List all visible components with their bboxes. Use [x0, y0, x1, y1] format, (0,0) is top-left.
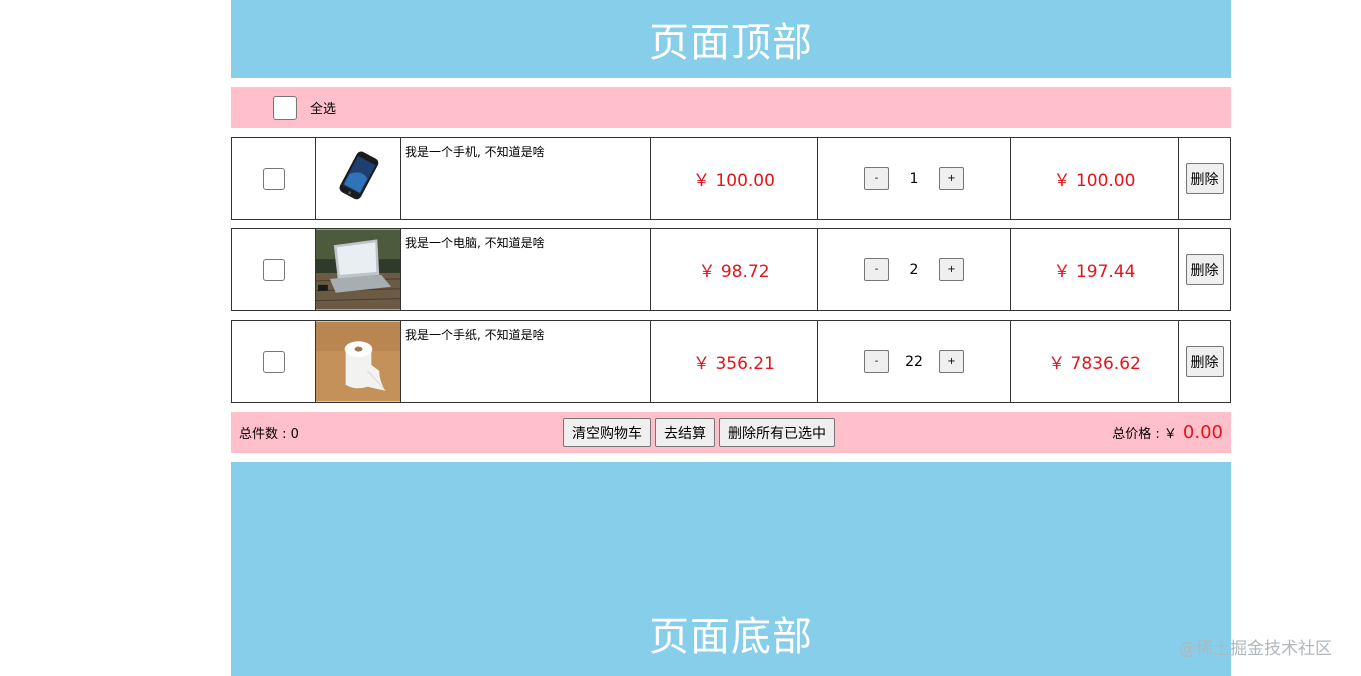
cart-item: 我是一个手纸, 不知道是啥 ￥ 356.21 - 22 + ￥ 7836.62 … — [231, 320, 1231, 403]
item-name: 我是一个手纸, 不知道是啥 — [405, 328, 545, 342]
item-check-cell — [232, 138, 316, 219]
qty-increase-button[interactable]: + — [939, 258, 964, 281]
item-checkbox[interactable] — [262, 350, 285, 373]
item-subtotal: ￥ 7836.62 — [1048, 354, 1141, 374]
item-qty-cell: - 1 + — [818, 138, 1011, 219]
clear-cart-button[interactable]: 清空购物车 — [563, 418, 651, 447]
item-subtotal-cell: ￥ 7836.62 — [1011, 321, 1179, 402]
header-title: 页面顶部 — [649, 20, 813, 66]
page-footer: 页面底部 — [231, 462, 1231, 676]
total-price-label: 总价格 : ￥ — [1112, 427, 1177, 442]
footer-title: 页面底部 — [649, 614, 813, 660]
item-name-cell: 我是一个手纸, 不知道是啥 — [401, 321, 651, 402]
item-price-cell: ￥ 100.00 — [651, 138, 818, 219]
delete-selected-button[interactable]: 删除所有已选中 — [719, 418, 835, 447]
select-all-bar: 全选 — [231, 87, 1231, 128]
item-qty: 2 — [909, 261, 919, 278]
total-count: 总件数 : 0 — [239, 427, 299, 442]
item-subtotal: ￥ 100.00 — [1053, 171, 1136, 191]
item-name-cell: 我是一个电脑, 不知道是啥 — [401, 229, 651, 310]
cart-item: 我是一个电脑, 不知道是啥 ￥ 98.72 - 2 + ￥ 197.44 删除 — [231, 228, 1231, 311]
watermark: @稀土掘金技术社区 — [1179, 639, 1332, 659]
item-price-cell: ￥ 98.72 — [651, 229, 818, 310]
item-delete-cell: 删除 — [1179, 229, 1230, 310]
footer-actions: 清空购物车 去结算 删除所有已选中 — [563, 418, 835, 447]
item-price: ￥ 100.00 — [693, 171, 775, 191]
item-image-cell — [316, 229, 401, 310]
item-subtotal-cell: ￥ 100.00 — [1011, 138, 1179, 219]
checkout-button[interactable]: 去结算 — [655, 418, 715, 447]
item-checkbox[interactable] — [262, 167, 285, 190]
item-subtotal: ￥ 197.44 — [1053, 262, 1136, 282]
item-qty: 22 — [905, 353, 923, 370]
item-check-cell — [232, 321, 316, 402]
item-checkbox[interactable] — [262, 258, 285, 281]
delete-item-button[interactable]: 删除 — [1185, 254, 1224, 285]
item-image-cell — [316, 138, 401, 219]
item-subtotal-cell: ￥ 197.44 — [1011, 229, 1179, 310]
page-header: 页面顶部 — [231, 0, 1231, 78]
item-price: ￥ 98.72 — [698, 262, 770, 282]
item-delete-cell: 删除 — [1179, 321, 1230, 402]
total-price-value: 0.00 — [1182, 422, 1223, 443]
toilet-paper-image — [316, 321, 400, 402]
item-qty-cell: - 22 + — [818, 321, 1011, 402]
qty-decrease-button[interactable]: - — [864, 350, 889, 373]
cart-footer: 总件数 : 0 清空购物车 去结算 删除所有已选中 总价格 : ￥ 0.00 — [231, 412, 1231, 453]
item-name: 我是一个手机, 不知道是啥 — [405, 145, 545, 159]
total-price: 总价格 : ￥ 0.00 — [1112, 422, 1223, 443]
item-image-cell — [316, 321, 401, 402]
item-price-cell: ￥ 356.21 — [651, 321, 818, 402]
qty-decrease-button[interactable]: - — [864, 258, 889, 281]
select-all-checkbox[interactable] — [273, 95, 297, 120]
item-qty-cell: - 2 + — [818, 229, 1011, 310]
item-delete-cell: 删除 — [1179, 138, 1230, 219]
delete-item-button[interactable]: 删除 — [1185, 163, 1224, 194]
phone-image — [316, 138, 400, 219]
qty-increase-button[interactable]: + — [939, 350, 964, 373]
item-price: ￥ 356.21 — [693, 354, 775, 374]
laptop-image — [316, 229, 400, 310]
item-name: 我是一个电脑, 不知道是啥 — [405, 236, 545, 250]
qty-decrease-button[interactable]: - — [864, 167, 889, 190]
item-qty: 1 — [909, 170, 919, 187]
delete-item-button[interactable]: 删除 — [1185, 346, 1224, 377]
cart-item: 我是一个手机, 不知道是啥 ￥ 100.00 - 1 + ￥ 100.00 删除 — [231, 137, 1231, 220]
item-check-cell — [232, 229, 316, 310]
item-name-cell: 我是一个手机, 不知道是啥 — [401, 138, 651, 219]
qty-increase-button[interactable]: + — [939, 167, 964, 190]
select-all-label: 全选 — [310, 102, 337, 117]
